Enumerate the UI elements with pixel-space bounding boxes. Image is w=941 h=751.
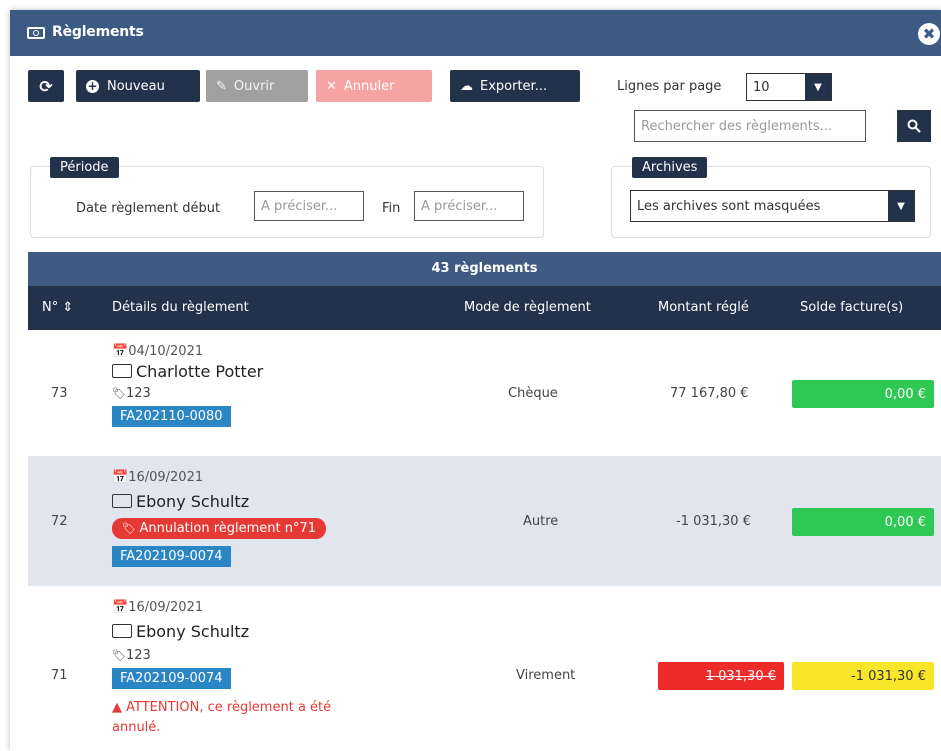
search-input[interactable]: Rechercher des règlements... [634,110,866,142]
row-date: 📅16/09/2021 [112,600,204,615]
table-row[interactable]: 72 📅16/09/2021 Ebony Schultz 🏷 Annulatio… [28,456,941,586]
cancel-button[interactable]: ✕ Annuler [316,70,432,102]
dialog-title: Règlements [52,24,144,40]
start-date-input[interactable]: A préciser... [254,191,364,221]
row-date: 📅04/10/2021 [112,344,204,359]
new-button-label: Nouveau [107,78,165,94]
money-icon [27,27,45,39]
column-header-num[interactable]: N° ⇕ [42,300,73,315]
calendar-icon: 📅 [112,344,129,359]
open-button-label: Ouvrir [233,78,275,94]
id-card-icon [112,623,132,638]
reglements-dialog: Règlements ✖ ⟳ + Nouveau ✎ Ouvrir ✕ Annu… [10,10,941,751]
table-caption: 43 règlements [28,252,941,286]
rows-per-page-select[interactable]: 10 ▼ [746,73,832,101]
row-number: 71 [51,668,68,683]
cloud-upload-icon: ☁ [460,78,473,94]
row-mode: Virement [516,668,576,683]
plus-circle-icon: + [86,78,99,93]
invoice-tag[interactable]: FA202109-0074 [112,668,231,689]
row-balance: -1 031,30 € [792,662,934,690]
rows-per-page-value: 10 [753,79,770,95]
end-date-input[interactable]: A préciser... [414,191,524,221]
row-number: 72 [51,514,68,529]
calendar-icon: 📅 [112,600,129,615]
open-button[interactable]: ✎ Ouvrir [206,70,308,102]
row-mode: Autre [523,514,559,529]
period-legend: Période [50,157,119,178]
column-header-balance[interactable]: Solde facture(s) [800,300,903,315]
invoice-tag[interactable]: FA202109-0074 [112,546,231,567]
start-date-label: Date règlement début [76,201,221,216]
warning-icon: ▲ [112,700,127,715]
row-client[interactable]: Ebony Schultz [112,622,249,641]
row-client[interactable]: Ebony Schultz [112,492,249,511]
end-date-placeholder: A préciser... [421,198,498,214]
table-row[interactable]: 73 📅04/10/2021 Charlotte Potter 🏷123 FA2… [28,330,941,456]
caret-down-icon: ▼ [888,191,914,221]
new-button[interactable]: + Nouveau [76,70,200,102]
column-header-amount[interactable]: Montant réglé [658,300,749,315]
archives-select[interactable]: Les archives sont masquées ▼ [630,190,915,222]
archives-select-value: Les archives sont masquées [637,198,821,214]
row-client[interactable]: Charlotte Potter [112,362,263,381]
row-balance: 0,00 € [792,380,934,408]
tag-icon: 🏷 [112,387,126,400]
archives-legend: Archives [632,157,708,178]
search-button[interactable] [897,110,931,142]
column-header-details[interactable]: Détails du règlement [112,300,249,315]
table-row[interactable]: 71 📅16/09/2021 Ebony Schultz 🏷123 FA2021… [28,586,941,751]
tag-icon: 🏷 [112,649,126,662]
id-card-icon [112,493,132,508]
search-placeholder: Rechercher des règlements... [641,118,832,134]
dialog-titlebar: Règlements ✖ [10,10,941,56]
caret-down-icon: ▼ [805,74,831,100]
start-date-placeholder: A préciser... [261,198,338,214]
row-number: 73 [51,386,68,401]
export-button-label: Exporter... [480,78,548,94]
refresh-button[interactable]: ⟳ [28,70,64,102]
pencil-icon: ✎ [216,78,227,94]
export-button[interactable]: ☁ Exporter... [450,70,580,102]
end-date-label: Fin [382,201,401,216]
cancellation-badge: 🏷 Annulation règlement n°71 [112,518,327,539]
cancel-button-label: Annuler [343,78,395,94]
invoice-tag[interactable]: FA202110-0080 [112,406,231,427]
calendar-icon: 📅 [112,470,129,485]
row-amount: -1 031,30 € [676,514,751,529]
column-header-mode[interactable]: Mode de règlement [464,300,591,315]
row-mode: Chèque [508,386,558,401]
close-icon[interactable]: ✖ [918,23,940,45]
row-date: 📅16/09/2021 [112,470,204,485]
tag-icon: 🏷 [122,522,140,535]
row-amount: 1 031,30 € [658,662,784,690]
row-balance: 0,00 € [792,508,934,536]
rows-per-page-label: Lignes par page [617,79,722,94]
row-reference: 🏷123 [112,386,151,401]
row-amount: 77 167,80 € [670,386,749,401]
table-header: N° ⇕ Détails du règlement Mode de règlem… [28,286,941,330]
row-reference: 🏷123 [112,648,151,663]
refresh-icon: ⟳ [39,76,53,96]
cancelled-warning: ▲ ATTENTION, ce règlement a été annulé. [112,700,332,735]
x-icon: ✕ [326,78,337,94]
search-icon [907,119,921,133]
id-card-icon [112,363,132,378]
